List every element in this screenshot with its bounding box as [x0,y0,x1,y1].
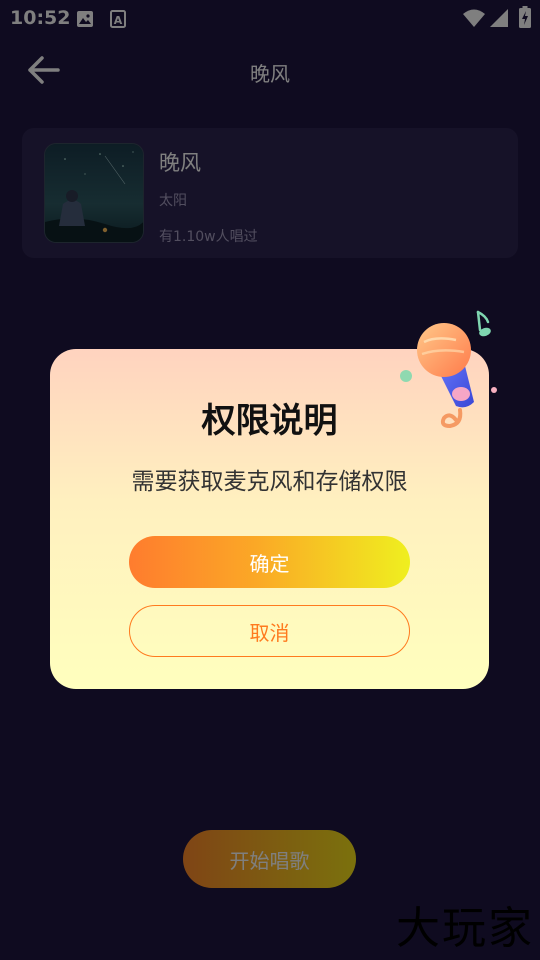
dialog-message: 需要获取麦克风和存储权限 [131,469,408,495]
confirm-button[interactable]: 确定 [129,536,410,588]
watermark: 大玩家 [396,903,534,954]
cancel-button[interactable]: 取消 [129,605,410,657]
microphone-icon [396,306,502,436]
